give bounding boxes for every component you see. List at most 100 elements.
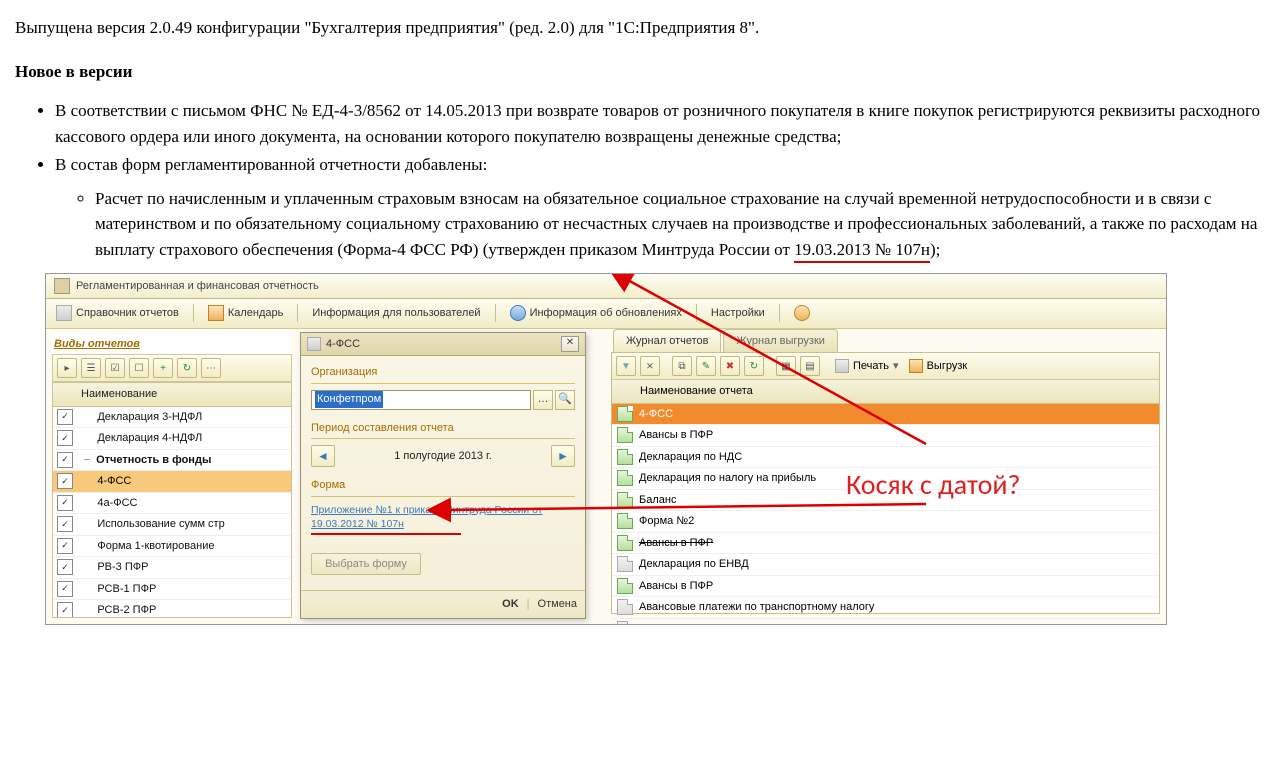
left-table-header: Наименование <box>52 382 292 407</box>
right-row[interactable]: Декларация по земельному налогу (годовая… <box>612 619 1159 625</box>
document-icon <box>617 535 633 551</box>
org-lookup-button[interactable]: 🔍 <box>555 390 575 410</box>
form-label: Форма <box>311 477 575 497</box>
row-label: Авансы в ПФР <box>639 578 713 595</box>
toolbar-settings[interactable]: Настройки <box>707 303 769 324</box>
article-intro: Выпущена версия 2.0.49 конфигурации "Бух… <box>15 15 1267 41</box>
rt-delete[interactable]: ✖ <box>720 356 740 376</box>
row-label: РВ-3 ПФР <box>97 559 148 576</box>
mini-btn-uncheck-all[interactable]: ☐ <box>129 358 149 378</box>
rt-clear-filter[interactable]: ⨯ <box>640 356 660 376</box>
mini-btn-refresh[interactable]: ↻ <box>177 358 197 378</box>
right-row[interactable]: Авансы в ПФР <box>612 576 1159 598</box>
right-toolbar: ▼ ⨯ ⧉ ✎ ✖ ↻ ▦ ▤ Печать▾ Выгрузк <box>612 353 1159 380</box>
mini-btn-expand[interactable]: ▸ <box>57 358 77 378</box>
rt-print[interactable]: Печать▾ <box>832 358 902 375</box>
row-label: Декларация по НДС <box>639 449 742 466</box>
checkbox[interactable]: ✓ <box>57 581 73 597</box>
toolbar-info-users[interactable]: Информация для пользователей <box>308 303 484 324</box>
toolbar-info-updates[interactable]: Информация об обновлениях <box>506 303 686 324</box>
document-icon <box>617 492 633 508</box>
rt-action1[interactable]: ▦ <box>776 356 796 376</box>
book-icon <box>56 305 72 321</box>
document-icon <box>617 427 633 443</box>
row-label: 4а-ФСС <box>97 495 137 512</box>
left-row[interactable]: ✓ РСВ-2 ПФР <box>53 600 291 618</box>
right-row[interactable]: Авансовые платежи по транспортному налог… <box>612 597 1159 619</box>
toolbar-calendar[interactable]: Календарь <box>204 303 288 324</box>
right-row[interactable]: 4-ФСС <box>612 404 1159 426</box>
left-row[interactable]: ✓ 4а-ФСС <box>53 493 291 515</box>
left-row[interactable]: ✓ Использование сумм стр <box>53 514 291 536</box>
highlighted-date: 19.03.2013 № 107н <box>794 239 930 263</box>
right-row[interactable]: Декларация по ЕНВД <box>612 554 1159 576</box>
period-next-button[interactable]: ► <box>551 445 575 467</box>
rt-action2[interactable]: ▤ <box>800 356 820 376</box>
row-label: Декларация по налогу на прибыль <box>639 470 816 487</box>
org-picker-button[interactable]: … <box>533 390 553 410</box>
left-row[interactable]: ✓ 4-ФСС <box>53 471 291 493</box>
mini-btn-add[interactable]: + <box>153 358 173 378</box>
checkbox[interactable]: ✓ <box>57 495 73 511</box>
popup-title-bar[interactable]: 4-ФСС ✕ <box>301 333 585 357</box>
checkbox[interactable]: ✓ <box>57 452 73 468</box>
left-row[interactable]: ✓ РВ-3 ПФР <box>53 557 291 579</box>
select-form-button[interactable]: Выбрать форму <box>311 553 421 575</box>
checkbox[interactable]: ✓ <box>57 602 73 617</box>
org-input[interactable]: Конфетпром <box>311 390 531 410</box>
checkbox[interactable]: ✓ <box>57 559 73 575</box>
rt-refresh[interactable]: ↻ <box>744 356 764 376</box>
document-icon <box>617 599 633 615</box>
row-label: Декларация 3-НДФЛ <box>97 409 202 426</box>
tab-journal-upload[interactable]: Журнал выгрузки <box>723 329 837 353</box>
tab-journal-reports[interactable]: Журнал отчетов <box>613 329 721 353</box>
article-list: В соответствии с письмом ФНС № ЕД-4-3/85… <box>15 98 1267 263</box>
left-table-body: ✓ Декларация 3-НДФЛ✓ Декларация 4-НДФЛ✓ … <box>52 407 292 618</box>
checkbox[interactable]: ✓ <box>57 430 73 446</box>
row-label: Форма №2 <box>639 513 694 530</box>
article-heading: Новое в версии <box>15 59 1267 85</box>
doc-icon <box>307 337 321 351</box>
period-label: Период составления отчета <box>311 420 575 440</box>
left-row[interactable]: ✓ Декларация 3-НДФЛ <box>53 407 291 429</box>
checkbox[interactable]: ✓ <box>57 409 73 425</box>
row-label: 4-ФСС <box>97 473 131 490</box>
app-icon <box>54 278 70 294</box>
row-label: Баланс <box>639 492 676 509</box>
left-row[interactable]: ✓ РСВ-1 ПФР <box>53 579 291 601</box>
rt-upload[interactable]: Выгрузк <box>906 358 971 375</box>
left-row[interactable]: ✓ Декларация 4-НДФЛ <box>53 428 291 450</box>
popup-ok-button[interactable]: OK <box>502 596 519 613</box>
period-prev-button[interactable]: ◄ <box>311 445 335 467</box>
document-icon <box>617 513 633 529</box>
rt-edit[interactable]: ✎ <box>696 356 716 376</box>
left-row[interactable]: ✓ Форма 1-квотирование <box>53 536 291 558</box>
popup-close-button[interactable]: ✕ <box>561 336 579 352</box>
row-label: Использование сумм стр <box>97 516 224 533</box>
mini-btn-list[interactable]: ☰ <box>81 358 101 378</box>
row-label: Декларация по земельному налогу (годовая… <box>639 621 869 625</box>
mini-btn-check-all[interactable]: ☑ <box>105 358 125 378</box>
document-icon <box>617 556 633 572</box>
checkbox[interactable]: ✓ <box>57 538 73 554</box>
right-row[interactable]: Форма №2 <box>612 511 1159 533</box>
mini-btn-menu[interactable]: ⋯ <box>201 358 221 378</box>
left-row[interactable]: ✓ −Отчетность в фонды <box>53 450 291 472</box>
rt-copy[interactable]: ⧉ <box>672 356 692 376</box>
tree-toggle-icon[interactable]: − <box>82 452 92 469</box>
calendar-icon <box>208 305 224 321</box>
right-row[interactable]: Авансы в ПФР <box>612 533 1159 555</box>
document-icon <box>617 449 633 465</box>
popup-cancel-button[interactable]: Отмена <box>538 596 577 613</box>
toolbar-help[interactable] <box>790 303 814 323</box>
toolbar-reports-ref[interactable]: Справочник отчетов <box>52 303 183 324</box>
checkbox[interactable]: ✓ <box>57 473 73 489</box>
rt-filter[interactable]: ▼ <box>616 356 636 376</box>
right-row[interactable]: Авансы в ПФР <box>612 425 1159 447</box>
row-label: 4-ФСС <box>639 406 673 423</box>
app-screenshot: Регламентированная и финансовая отчетнос… <box>45 273 1167 625</box>
help-icon <box>794 305 810 321</box>
checkbox[interactable]: ✓ <box>57 516 73 532</box>
row-label: Отчетность в фонды <box>96 452 211 469</box>
form-link[interactable]: Приложение №1 к приказу Минтруда России … <box>311 503 575 532</box>
